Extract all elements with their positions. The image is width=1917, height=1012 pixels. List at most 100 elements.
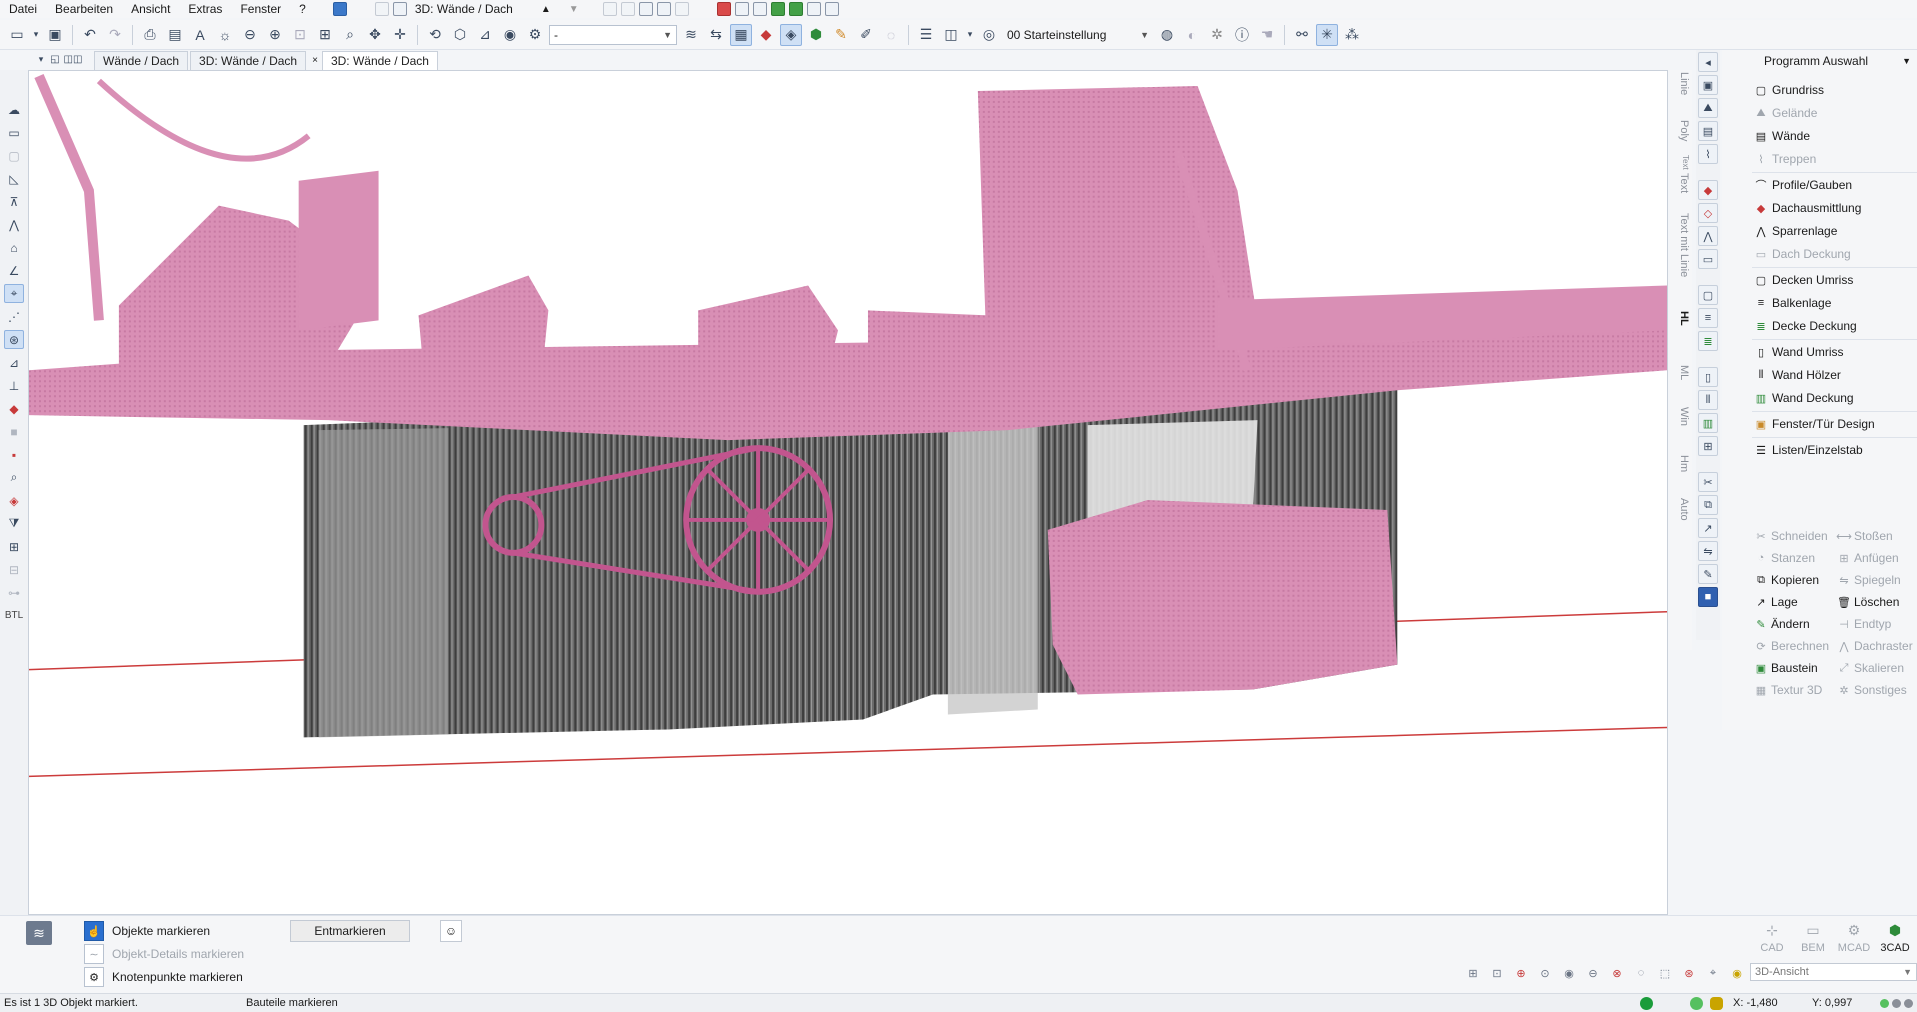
- zoom-in-icon[interactable]: ⊕: [264, 24, 286, 46]
- program-sparrenlage[interactable]: ⋀ Sparrenlage: [1754, 220, 1914, 242]
- visibility-eye-icon[interactable]: ◉: [1729, 965, 1745, 981]
- save-icon[interactable]: ▣: [44, 24, 66, 46]
- snap-mid-icon[interactable]: ⊕: [1513, 965, 1529, 981]
- vlabel-poly[interactable]: Poly: [1672, 120, 1690, 141]
- mark-objects-icon[interactable]: ⊛: [4, 330, 24, 349]
- snap-point-icon[interactable]: ⊙: [1537, 965, 1553, 981]
- move-tool-icon[interactable]: ↗: [1698, 518, 1718, 538]
- mode-mcad[interactable]: ⚙ MCAD: [1834, 922, 1874, 954]
- slope-icon[interactable]: ◺: [4, 169, 24, 188]
- tool-baustein[interactable]: ▣ Baustein: [1754, 658, 1818, 678]
- truss-icon[interactable]: ⊼: [4, 192, 24, 211]
- user-icon[interactable]: ☺: [440, 920, 462, 942]
- snap-end-icon[interactable]: ⊡: [1489, 965, 1505, 981]
- menu-extras[interactable]: Extras: [179, 0, 231, 18]
- tab-menu-icon[interactable]: ▾: [34, 48, 48, 70]
- snap-cross-icon[interactable]: ⊗: [1609, 965, 1625, 981]
- filter-icon[interactable]: ⧩: [4, 514, 24, 533]
- vlabel-hm[interactable]: Hm: [1672, 455, 1690, 472]
- vlabel-linie[interactable]: Linie: [1672, 72, 1690, 95]
- mode-cad[interactable]: ⊹ CAD: [1752, 922, 1792, 954]
- menu-ansicht[interactable]: Ansicht: [122, 0, 179, 18]
- render-shade-icon[interactable]: ◈: [780, 23, 802, 46]
- snap-line-icon[interactable]: ⊖: [1585, 965, 1601, 981]
- vlabel-text-mit-linie[interactable]: Text mit Linie: [1672, 213, 1690, 277]
- vlabel-auto[interactable]: Auto: [1672, 498, 1690, 521]
- terrain-icon[interactable]: ⛰: [1698, 98, 1718, 118]
- tool-sonstiges[interactable]: ✲ Sonstiges: [1837, 680, 1906, 700]
- view-up-icon[interactable]: ▲: [541, 4, 551, 15]
- tool-loeschen[interactable]: 🗑 Löschen: [1837, 592, 1899, 612]
- 3d-viewport[interactable]: [28, 70, 1668, 915]
- mirror-icon[interactable]: ⇋: [1698, 541, 1718, 561]
- print-icon[interactable]: [752, 2, 767, 16]
- program-listen[interactable]: ☰ Listen/Einzelstab: [1754, 439, 1914, 461]
- mode-bem[interactable]: ▭ BEM: [1793, 922, 1833, 954]
- angle-icon[interactable]: ∠: [4, 261, 24, 280]
- window-icon[interactable]: [824, 2, 839, 16]
- roof-calc-icon[interactable]: ◇: [1698, 203, 1718, 223]
- link-icon[interactable]: ⊶: [4, 583, 24, 602]
- status-eye-icon[interactable]: [1710, 997, 1723, 1010]
- tool-schneiden[interactable]: ✂ Schneiden: [1754, 526, 1827, 546]
- tool-stanzen[interactable]: ◔ Stanzen: [1754, 548, 1815, 568]
- block-tool-icon[interactable]: ■: [1698, 587, 1718, 607]
- tab-split-icon[interactable]: ◫◫: [62, 48, 84, 70]
- program-fenster-tuer[interactable]: ▣ Fenster/Tür Design: [1754, 413, 1914, 435]
- search-icon[interactable]: ⌕: [339, 24, 361, 46]
- tool-anfuegen[interactable]: ⊞ Anfügen: [1837, 548, 1898, 568]
- program-dach-deckung[interactable]: ▭ Dach Deckung: [1754, 243, 1914, 265]
- layer-select[interactable]: - ▼: [549, 24, 677, 45]
- house-icon[interactable]: [638, 2, 653, 16]
- menu-datei[interactable]: Datei: [0, 0, 46, 18]
- tool-aendern[interactable]: ✎ Ändern: [1754, 614, 1809, 634]
- tool-skalieren[interactable]: ⤢ Skalieren: [1837, 658, 1904, 678]
- tab-window-icon[interactable]: ◱: [48, 48, 62, 70]
- redo-icon[interactable]: ↷: [104, 24, 126, 46]
- option-mark-details[interactable]: ∼ Objekt-Details markieren: [84, 943, 244, 965]
- tool-kopieren[interactable]: ⧉ Kopieren: [1754, 570, 1819, 590]
- export-icon[interactable]: [770, 2, 785, 16]
- vlabel-text-small[interactable]: Text: [1672, 155, 1690, 170]
- vlabel-win[interactable]: Win: [1672, 407, 1690, 426]
- window-door-icon[interactable]: ⊞: [1698, 436, 1718, 456]
- pencil-icon[interactable]: ✎: [830, 24, 852, 46]
- ungroup-icon[interactable]: ⊟: [4, 560, 24, 579]
- roof-cover-icon[interactable]: ▭: [1698, 249, 1718, 269]
- layers-icon[interactable]: [656, 2, 671, 16]
- tool-stossen[interactable]: ⟷ Stoßen: [1836, 526, 1893, 546]
- tool-endtyp[interactable]: ⊣ Endtyp: [1837, 614, 1891, 634]
- network-icon[interactable]: ⁂: [1341, 24, 1363, 46]
- snap-node-icon[interactable]: ⌖: [1705, 965, 1721, 981]
- attribute-icon[interactable]: A: [189, 24, 211, 46]
- light-icon[interactable]: ☼: [214, 24, 236, 46]
- program-waende[interactable]: ▤ Wände: [1754, 125, 1914, 147]
- beam-layout-icon[interactable]: ≡: [1698, 308, 1718, 328]
- settings-icon[interactable]: [806, 2, 821, 16]
- gear-icon[interactable]: ⚙: [524, 24, 546, 46]
- program-balkenlage[interactable]: ≡ Balkenlage: [1754, 292, 1914, 314]
- print-preview-icon[interactable]: [734, 2, 749, 16]
- paint-icon[interactable]: ◆: [4, 399, 24, 418]
- snap-frame-icon[interactable]: ⬚: [1657, 965, 1673, 981]
- render-solid-icon[interactable]: ⬢: [805, 24, 827, 46]
- block-icon[interactable]: ■: [4, 422, 24, 441]
- view-3d-icon[interactable]: [392, 2, 407, 16]
- program-grundriss[interactable]: ▢ Grundriss: [1754, 79, 1914, 101]
- scissors-icon[interactable]: ✂: [1698, 472, 1718, 492]
- import-icon[interactable]: [788, 2, 803, 16]
- view-select[interactable]: 3D-Ansicht ▼: [1750, 963, 1917, 981]
- hand-icon[interactable]: ☚: [1256, 24, 1278, 46]
- rafter-layout-icon[interactable]: ⋀: [1698, 226, 1718, 246]
- start-setting-select[interactable]: 00 Starteinstellung ▼: [1003, 25, 1153, 45]
- section-icon[interactable]: ⊿: [474, 24, 496, 46]
- roof-profile-icon[interactable]: ◆: [1698, 180, 1718, 200]
- visibility-icon[interactable]: ◎: [978, 24, 1000, 46]
- print-icon[interactable]: ⎙: [139, 24, 161, 46]
- mode-3cad[interactable]: ⬢ 3CAD: [1875, 922, 1915, 954]
- program-wand-hoelzer[interactable]: ⫴ Wand Hölzer: [1754, 364, 1914, 386]
- tool-dachraster[interactable]: ⋀ Dachraster: [1837, 636, 1912, 656]
- rafter-icon[interactable]: ⋀: [4, 215, 24, 234]
- tool-lage[interactable]: ↗ Lage: [1754, 592, 1797, 612]
- select-icon[interactable]: ⌖: [4, 284, 24, 303]
